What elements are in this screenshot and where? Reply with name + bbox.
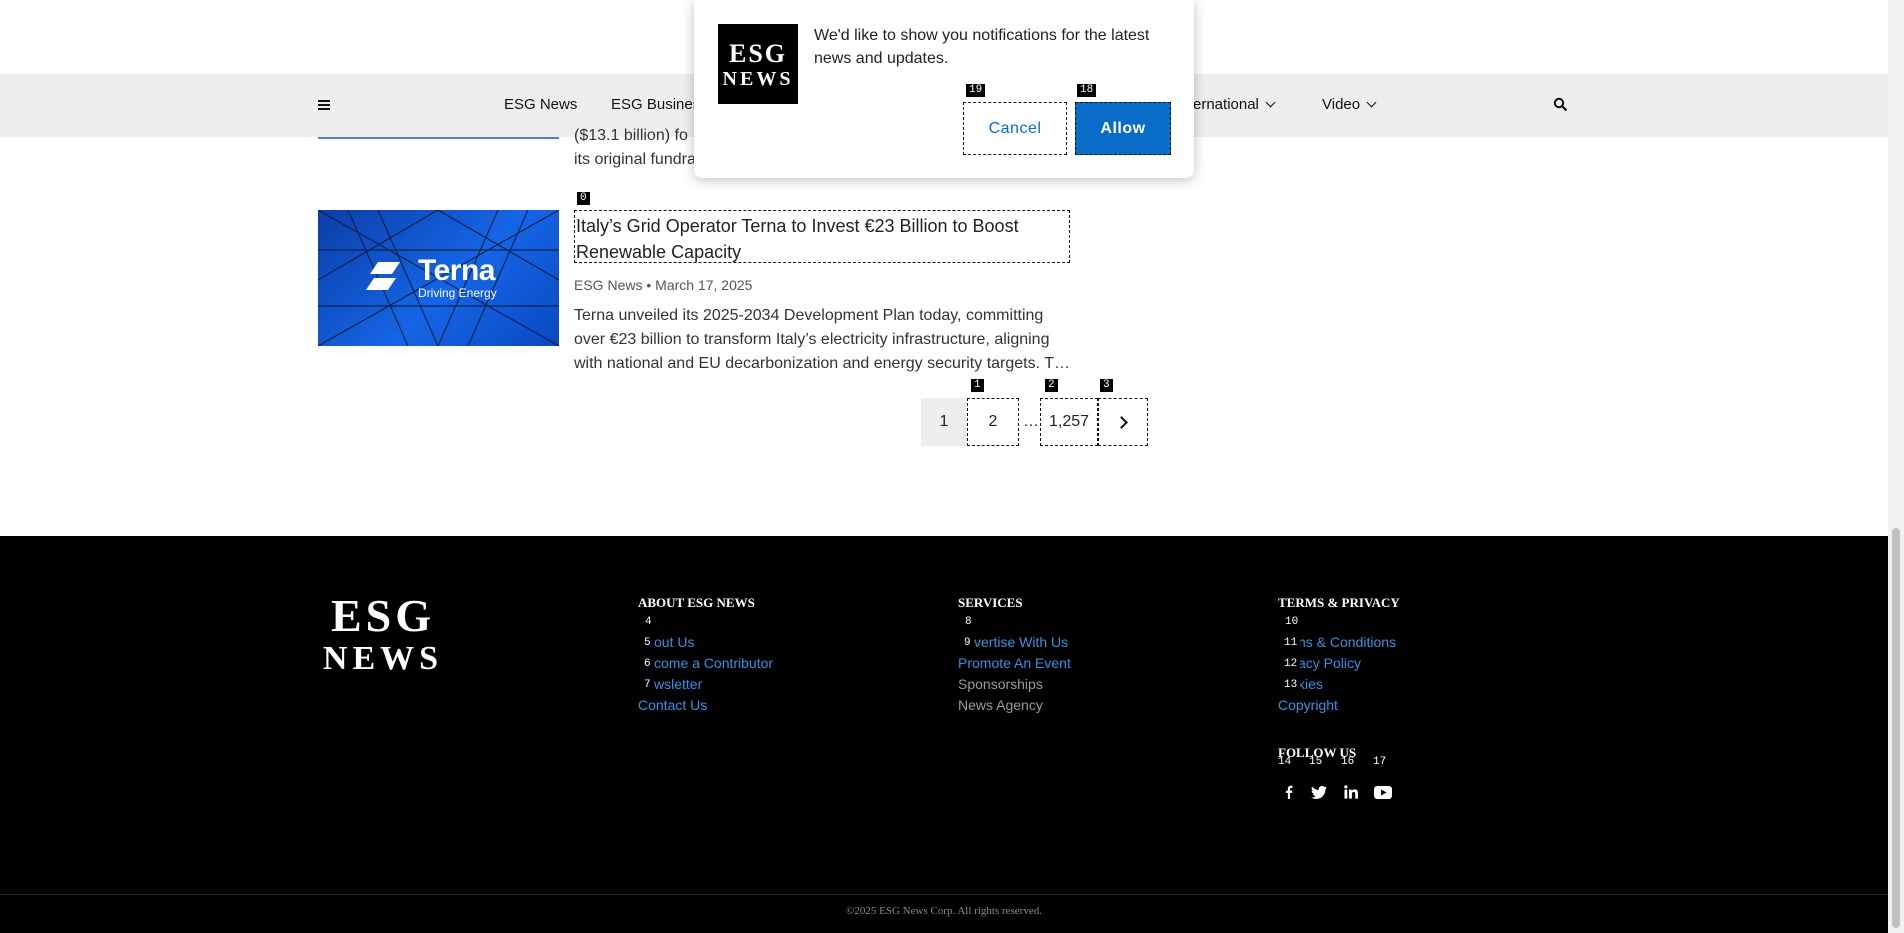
marker-label: 18 (1077, 84, 1097, 97)
article-thumbnail[interactable] (318, 137, 559, 139)
footer-divider (0, 894, 1888, 895)
menu-icon[interactable] (318, 100, 330, 110)
notification-logo-line1: ESG (728, 39, 788, 68)
marker-label: 10 (1285, 616, 1299, 628)
chevron-right-icon (1115, 415, 1128, 429)
nav-item-international[interactable]: ernational (1193, 96, 1276, 113)
marker-label: 6 (641, 658, 654, 671)
article-source: ESG News (574, 277, 643, 293)
footer-link-become-contributor[interactable]: come a Contributor (654, 655, 773, 671)
marker-label: 17 (1373, 756, 1387, 768)
page-next-button[interactable] (1098, 398, 1148, 446)
footer-link-contact-us[interactable]: Contact Us (638, 697, 707, 713)
marker-label: 0 (577, 192, 590, 205)
footer-text-sponsorships: Sponsorships (958, 676, 1043, 692)
footer-link-terms[interactable]: ns & Conditions (1298, 634, 1396, 650)
article-date: March 17, 2025 (655, 277, 753, 293)
marker-label: 7 (641, 679, 654, 692)
footer-text-news-agency: News Agency (958, 697, 1043, 713)
footer-link-promote-event[interactable]: Promote An Event (958, 655, 1071, 671)
marker-label: 2 (1045, 379, 1058, 392)
terna-brand-text: Terna (418, 254, 495, 287)
article-excerpt-fragment: ($13.1 billion) fo (574, 127, 688, 144)
twitter-icon[interactable] (1309, 782, 1329, 802)
nav-item-video[interactable]: Video (1322, 96, 1377, 113)
footer-link-about-us[interactable]: out Us (654, 634, 694, 650)
nav-item-video-label: Video (1322, 96, 1361, 113)
marker-label: 9 (961, 637, 974, 650)
youtube-icon[interactable] (1373, 782, 1393, 802)
marker-label: 12 (1281, 658, 1301, 671)
cancel-button[interactable]: Cancel (963, 102, 1067, 155)
footer-link-advertise[interactable]: vertise With Us (974, 634, 1068, 650)
facebook-icon[interactable] (1278, 782, 1298, 802)
footer-logo-line2: NEWS (322, 640, 444, 677)
marker-label: 5 (641, 637, 654, 650)
site-footer: ESG NEWS ABOUT ESG NEWS out Us come a Co… (0, 536, 1888, 933)
nav-item-esg-news[interactable]: ESG News (504, 96, 577, 113)
page-link-last[interactable]: 1,257 (1040, 398, 1098, 446)
search-icon[interactable] (1553, 97, 1567, 111)
footer-logo[interactable]: ESG NEWS (318, 590, 448, 677)
marker-label: 16 (1341, 756, 1355, 768)
article-excerpt-fragment: its original fundra (574, 151, 696, 168)
article-thumbnail-terna[interactable]: Terna Driving Energy (318, 210, 559, 346)
scrollbar-thumb[interactable] (1892, 528, 1900, 928)
terna-logo-icon (366, 262, 400, 290)
marker-label: 1 (971, 379, 984, 392)
footer-link-copyright[interactable]: Copyright (1278, 697, 1338, 713)
chevron-down-icon (1366, 97, 1377, 108)
copyright-text: ©2025 ESG News Corp. All rights reserved… (846, 905, 1042, 917)
marker-label: 15 (1309, 756, 1323, 768)
page-link-2[interactable]: 2 (967, 398, 1019, 446)
marker-label: 13 (1281, 679, 1301, 692)
footer-heading-about: ABOUT ESG NEWS (638, 595, 755, 610)
marker-label: 3 (1100, 379, 1113, 392)
footer-link-cookies[interactable]: kies (1298, 676, 1323, 692)
marker-label: 8 (965, 616, 972, 628)
footer-heading-services: SERVICES (958, 595, 1023, 610)
notification-logo: ESG NEWS (718, 24, 798, 104)
article-excerpt: Terna unveiled its 2025-2034 Development… (574, 307, 1070, 372)
notification-message: We'd like to show you notifications for … (814, 27, 1150, 67)
notification-logo-line2: NEWS (722, 68, 794, 90)
page-current: 1 (921, 398, 967, 446)
footer-logo-line1: ESG (330, 590, 436, 641)
marker-label: 19 (966, 84, 986, 97)
article-meta: ESG News • March 17, 2025 (574, 277, 752, 293)
terna-tagline-text: Driving Energy (418, 286, 497, 300)
nav-item-international-label: ernational (1193, 96, 1259, 113)
footer-link-newsletter[interactable]: wsletter (654, 676, 702, 692)
meta-separator: • (646, 277, 652, 293)
allow-button[interactable]: Allow (1075, 102, 1171, 155)
article-title-link[interactable]: Italy’s Grid Operator Terna to Invest €2… (574, 210, 1070, 263)
footer-heading-terms: TERMS & PRIVACY (1278, 595, 1400, 610)
page-scrollbar[interactable] (1888, 0, 1904, 933)
chevron-down-icon (1265, 97, 1276, 108)
linkedin-icon[interactable] (1341, 782, 1361, 802)
page-ellipsis: … (1023, 413, 1039, 430)
marker-label: 14 (1278, 756, 1292, 768)
notification-prompt: ESG NEWS We'd like to show you notificat… (694, 0, 1194, 178)
marker-label: 4 (645, 616, 652, 628)
footer-link-privacy[interactable]: acy Policy (1298, 655, 1361, 671)
marker-label: 11 (1281, 637, 1301, 650)
